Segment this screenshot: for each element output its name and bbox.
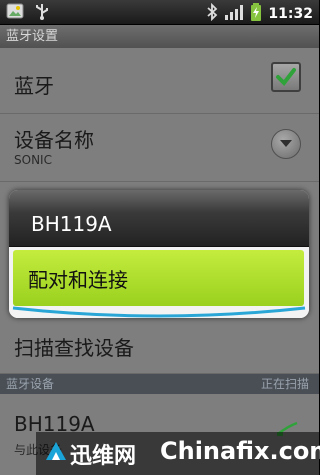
status-bar: 11:32	[0, 0, 319, 25]
watermark-text-en: Chinafix.com	[160, 437, 320, 465]
section-title: 蓝牙设备	[6, 377, 55, 391]
dialog-bottom-accent	[9, 306, 309, 326]
bluetooth-devices-section-header: 蓝牙设备 正在扫描	[0, 374, 319, 394]
bluetooth-icon	[206, 2, 218, 25]
bluetooth-toggle-row[interactable]: 蓝牙	[0, 48, 319, 114]
watermark-logo-icon	[44, 440, 68, 464]
device-name-label: 设备名称	[14, 128, 94, 152]
pair-and-connect-option[interactable]: 配对和连接	[13, 250, 304, 306]
image-icon	[6, 3, 24, 25]
watermark-banner: 迅维网 Chinafix.com	[36, 432, 320, 475]
watermark-text-cn: 迅维网	[70, 444, 137, 469]
pair-dialog-header: BH119A	[9, 190, 309, 247]
battery-charging-icon	[250, 2, 262, 26]
device-name-value: SONIC	[14, 153, 52, 167]
device-name-dropdown-icon[interactable]	[271, 129, 301, 159]
page-title: 蓝牙设置	[0, 25, 319, 48]
scan-devices-row[interactable]: 扫描查找设备	[0, 318, 319, 374]
pair-and-connect-label: 配对和连接	[28, 268, 128, 292]
pair-dialog-title: BH119A	[31, 212, 112, 236]
pair-dialog: BH119A 配对和连接	[9, 190, 309, 318]
bluetooth-label: 蓝牙	[14, 74, 54, 98]
usb-icon	[34, 3, 50, 25]
scan-label: 扫描查找设备	[14, 336, 134, 360]
checkmark-icon	[276, 68, 296, 87]
bluetooth-checkbox[interactable]	[271, 62, 301, 92]
scan-status: 正在扫描	[260, 377, 309, 391]
status-time: 11:32	[268, 6, 313, 22]
signal-icon	[224, 3, 244, 25]
